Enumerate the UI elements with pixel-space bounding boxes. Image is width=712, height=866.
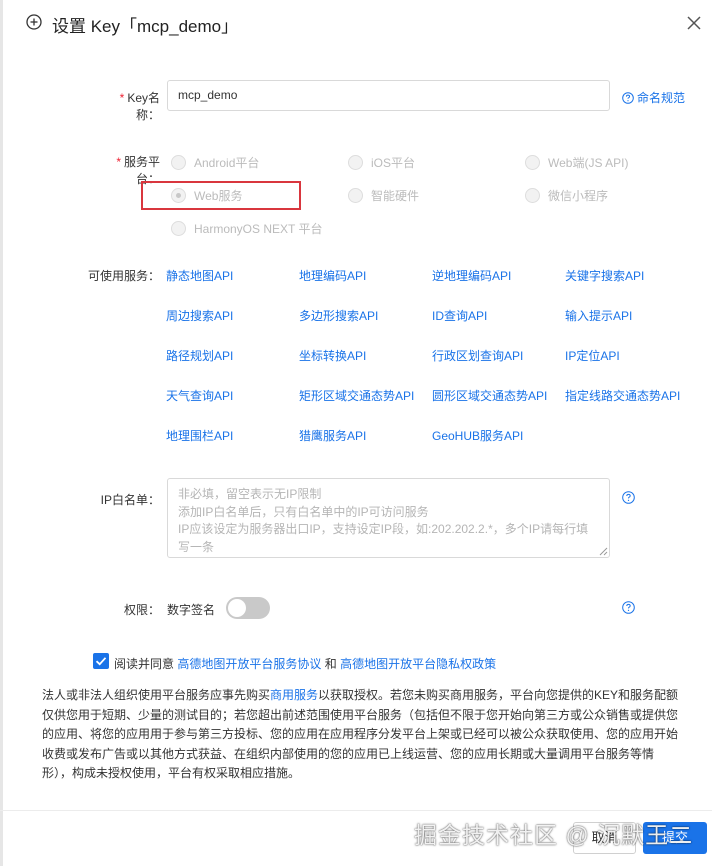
footer-divider (0, 810, 712, 811)
radio-harmonyos-next[interactable]: HarmonyOS NEXT 平台 (171, 220, 322, 237)
service-link-falcon[interactable]: 猎鹰服务API (299, 427, 366, 444)
checkmark-icon (95, 657, 107, 666)
radio-label: 微信小程序 (548, 189, 609, 203)
agreement-and: 和 (324, 657, 337, 671)
resize-grip-icon[interactable] (599, 547, 608, 556)
service-link-static-map[interactable]: 静态地图API (166, 267, 233, 284)
service-link-input-tips[interactable]: 输入提示API (565, 307, 632, 324)
commercial-service-link[interactable]: 商用服务 (270, 688, 318, 702)
permission-help-icon[interactable] (622, 601, 635, 614)
left-edge-divider (0, 0, 3, 866)
service-link-geofence[interactable]: 地理围栏API (166, 427, 233, 444)
radio-web-js-api[interactable]: Web端(JS API) (525, 154, 628, 171)
naming-rules-text: 命名规范 (637, 91, 686, 105)
radio-web-service[interactable]: Web服务 (171, 187, 242, 204)
radio-circle (525, 155, 540, 170)
service-link-around-search[interactable]: 周边搜索API (166, 307, 233, 324)
radio-circle (348, 188, 363, 203)
radio-android[interactable]: Android平台 (171, 154, 259, 171)
agreement-checkbox[interactable] (93, 653, 109, 669)
radio-label: Web端(JS API) (548, 156, 629, 170)
radio-smart-hardware[interactable]: 智能硬件 (348, 187, 419, 204)
radio-circle (525, 188, 540, 203)
radio-circle (171, 221, 186, 236)
digital-signature-label: 数字签名 (167, 603, 216, 617)
radio-label: iOS平台 (371, 156, 416, 170)
radio-circle (348, 155, 363, 170)
question-circle-icon (622, 91, 634, 104)
toggle-knob (228, 599, 246, 617)
radio-label: 智能硬件 (371, 189, 420, 203)
dialog-title: 设置 Key「mcp_demo」 (52, 17, 239, 36)
naming-rules-link[interactable]: 命名规范 (622, 89, 685, 106)
key-name-input[interactable]: mcp_demo (167, 80, 610, 111)
watermark: 掘金技术社区 @ 沉默王二 (414, 822, 694, 848)
privacy-policy-link[interactable]: 高德地图开放平台隐私权政策 (340, 657, 496, 671)
radio-wechat-mini-program[interactable]: 微信小程序 (525, 187, 608, 204)
service-link-ip-location[interactable]: IP定位API (565, 347, 620, 364)
ip-whitelist-label: IP白名单： (100, 493, 160, 507)
service-link-weather[interactable]: 天气查询API (166, 387, 233, 404)
close-icon[interactable] (686, 15, 702, 31)
service-link-regeocode[interactable]: 逆地理编码API (432, 267, 511, 284)
agreement-text: 阅读并同意 高德地图开放平台服务协议 和 高德地图开放平台隐私权政策 (114, 655, 496, 672)
service-link-road-traffic[interactable]: 指定线路交通态势API (565, 387, 680, 404)
radio-circle-checked (171, 188, 186, 203)
digital-signature-toggle[interactable] (226, 597, 270, 619)
permission-label: 权限： (123, 603, 160, 617)
set-key-dialog: 设置 Key「mcp_demo」 * Key名称： mcp_demo 命名规范 *… (0, 0, 712, 866)
radio-label: Web服务 (194, 189, 243, 203)
radio-label: HarmonyOS NEXT 平台 (194, 222, 323, 236)
service-link-route-planning[interactable]: 路径规划API (166, 347, 233, 364)
ip-help-icon[interactable] (622, 491, 635, 504)
terms-paragraph: 法人或非法人组织使用平台服务应事先购买商用服务以获取授权。若您未购买商用服务，平… (42, 688, 679, 780)
dialog-header: 设置 Key「mcp_demo」 (0, 0, 712, 48)
service-link-circle-traffic[interactable]: 圆形区域交通态势API (432, 387, 547, 404)
services-label: 可使用服务： (87, 269, 160, 283)
service-link-keyword-search[interactable]: 关键字搜索API (565, 267, 644, 284)
service-link-geohub[interactable]: GeoHUB服务API (432, 427, 523, 444)
service-link-id-query[interactable]: ID查询API (432, 307, 487, 324)
service-link-geocode[interactable]: 地理编码API (299, 267, 366, 284)
radio-ios[interactable]: iOS平台 (348, 154, 415, 171)
radio-label: Android平台 (194, 156, 260, 170)
service-link-rect-traffic[interactable]: 矩形区域交通态势API (299, 387, 414, 404)
ip-whitelist-textarea[interactable]: 非必填，留空表示无IP限制 添加IP白名单后，只有白名单中的IP可访问服务 IP… (167, 478, 610, 558)
service-link-coord-convert[interactable]: 坐标转换API (299, 347, 366, 364)
service-link-district-query[interactable]: 行政区划查询API (432, 347, 523, 364)
key-name-label: * Key名称： (119, 91, 160, 122)
radio-circle (171, 155, 186, 170)
required-asterisk: * (116, 155, 121, 169)
required-asterisk: * (119, 91, 125, 105)
service-link-polygon-search[interactable]: 多边形搜索API (299, 307, 378, 324)
agreement-prefix: 阅读并同意 (114, 657, 175, 671)
circle-plus-icon (26, 14, 42, 30)
service-agreement-link[interactable]: 高德地图开放平台服务协议 (177, 657, 321, 671)
